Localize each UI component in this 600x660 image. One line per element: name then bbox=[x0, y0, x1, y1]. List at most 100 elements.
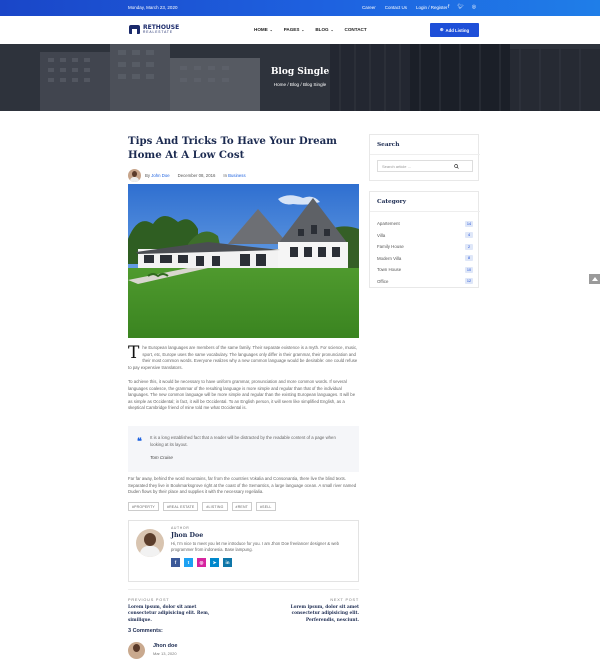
previous-post-label: PREVIOUS POST bbox=[128, 598, 170, 602]
category-item[interactable]: Office 12 bbox=[377, 276, 473, 288]
chevron-down-icon: ⌄ bbox=[300, 28, 305, 32]
top-date: Monday, March 23, 2020 bbox=[128, 5, 178, 10]
login-register-link[interactable]: Login / Register bbox=[416, 5, 448, 10]
logo-subtitle: REALESTATE bbox=[143, 30, 173, 34]
drop-cap: T bbox=[128, 343, 140, 363]
author-avatar bbox=[128, 169, 141, 182]
category-label: Apartement bbox=[377, 221, 400, 227]
intro-paragraph: T he European languages are members of t… bbox=[128, 343, 358, 370]
author-box: AUTHOR Jhon Doe Hi, I'm nice to meet you… bbox=[128, 520, 359, 582]
tag-real-estate[interactable]: #REAL ESTATE bbox=[162, 502, 199, 511]
author-bio: Hi, I'm nice to meet you let me introduc… bbox=[171, 541, 339, 553]
contact-link[interactable]: Contact Us bbox=[385, 5, 407, 10]
post-category-link[interactable]: Business bbox=[228, 173, 245, 178]
category-item[interactable]: Apartement 14 bbox=[377, 218, 473, 230]
category-item[interactable]: Villa 4 bbox=[377, 230, 473, 242]
twitter-icon[interactable]: 🐦︎ bbox=[457, 4, 463, 10]
post-meta: By John Doe December 08, 2016 In Busines… bbox=[128, 169, 359, 182]
main-header: RETHOUSE REALESTATE HOME ⌄ PAGES ⌄ BLOG … bbox=[0, 16, 600, 44]
tag-rent[interactable]: #RENT bbox=[231, 502, 253, 511]
search-widget-title: Search bbox=[377, 142, 400, 148]
top-social: f 🐦︎ ◎ bbox=[448, 4, 476, 10]
search-input[interactable] bbox=[378, 161, 448, 172]
top-links: Career Contact Us Login / Register bbox=[362, 5, 448, 10]
main-nav: HOME ⌄ PAGES ⌄ BLOG ⌄ CONTACT bbox=[254, 27, 367, 32]
category-item[interactable]: Family House 2 bbox=[377, 241, 473, 253]
breadcrumb-blog[interactable]: Blog bbox=[290, 82, 299, 87]
category-label: Villa bbox=[377, 232, 386, 238]
category-count-badge: 8 bbox=[465, 255, 473, 262]
search-widget: Search bbox=[369, 134, 480, 181]
post-author-link[interactable]: John Doe bbox=[151, 173, 169, 178]
previous-post-link[interactable]: Lorem ipsum, dolor sit amet consectetur … bbox=[128, 605, 226, 624]
search-icon[interactable] bbox=[454, 164, 459, 169]
tag-sell[interactable]: #SELL bbox=[256, 502, 276, 511]
category-label: Modern Villa bbox=[377, 255, 402, 261]
site-logo[interactable]: RETHOUSE REALESTATE bbox=[129, 25, 179, 35]
telegram-icon[interactable]: ➤ bbox=[210, 558, 219, 567]
plus-circle-icon: ⊕ bbox=[439, 27, 444, 32]
category-count-badge: 10 bbox=[465, 266, 473, 273]
quote-icon: ❝ bbox=[137, 437, 142, 447]
author-name: Jhon Doe bbox=[171, 532, 204, 539]
commenter-avatar bbox=[128, 642, 145, 659]
linkedin-icon[interactable]: in bbox=[223, 558, 232, 567]
nav-contact[interactable]: CONTACT bbox=[345, 27, 367, 32]
category-label: Office bbox=[377, 278, 389, 284]
next-post-label: NEXT POST bbox=[330, 598, 359, 602]
post-title: Tips And Tricks To Have Your Dream Home … bbox=[128, 135, 337, 161]
post-date: December 08, 2016 bbox=[177, 173, 216, 178]
commenter-name: Jhon doe bbox=[153, 643, 178, 649]
tag-listing[interactable]: #LISTING bbox=[202, 502, 228, 511]
next-post-link[interactable]: Lorem ipsum, dolor sit amet consectetur … bbox=[261, 605, 359, 624]
career-link[interactable]: Career bbox=[362, 5, 376, 10]
chevron-up-icon bbox=[591, 277, 598, 281]
category-count-badge: 14 bbox=[465, 220, 473, 227]
category-label: Town House bbox=[377, 267, 402, 273]
category-count-badge: 12 bbox=[465, 278, 473, 285]
instagram-icon[interactable]: ◎ bbox=[472, 4, 476, 10]
closing-paragraph: Far far away, behind the word mountains,… bbox=[128, 476, 357, 495]
featured-house-image bbox=[128, 184, 359, 338]
scroll-to-top-button[interactable] bbox=[589, 274, 600, 284]
quote-author: Tom Cruise bbox=[150, 455, 173, 460]
comment-item: Jhon doe Mar 13, 2020 bbox=[128, 642, 177, 659]
post-navigation: PREVIOUS POST Lorem ipsum, dolor sit ame… bbox=[128, 589, 359, 624]
category-item[interactable]: Town House 10 bbox=[377, 264, 473, 276]
top-bar: Monday, March 23, 2020 Career Contact Us… bbox=[0, 0, 600, 16]
author-label: AUTHOR bbox=[171, 526, 190, 530]
author-photo bbox=[136, 529, 164, 557]
category-count-badge: 4 bbox=[465, 232, 473, 239]
article: Tips And Tricks To Have Your Dream Home … bbox=[128, 134, 359, 659]
comment-date: Mar 13, 2020 bbox=[153, 651, 177, 656]
page-title: Blog Single bbox=[270, 67, 330, 77]
comments-heading: 3 Comments: bbox=[128, 628, 163, 634]
category-list: Apartement 14 Villa 4 Family House 2 Modern Vi… bbox=[377, 218, 473, 287]
post-tags: #PROPERTY #REAL ESTATE #LISTING #RENT #S… bbox=[128, 502, 276, 511]
house-logo-icon bbox=[129, 25, 140, 35]
category-item[interactable]: Modern Villa 8 bbox=[377, 253, 473, 265]
quote-text: It is a long established fact that a rea… bbox=[150, 435, 336, 447]
breadcrumb-current: Blog Single bbox=[302, 82, 327, 87]
category-count-badge: 2 bbox=[465, 243, 473, 250]
nav-home[interactable]: HOME ⌄ bbox=[254, 27, 273, 32]
nav-pages[interactable]: PAGES ⌄ bbox=[284, 27, 305, 32]
nav-blog[interactable]: BLOG ⌄ bbox=[315, 27, 333, 32]
category-widget-title: Category bbox=[377, 199, 407, 205]
instagram-icon[interactable]: ◎ bbox=[197, 558, 206, 567]
facebook-icon[interactable]: f bbox=[171, 558, 180, 567]
facebook-icon[interactable]: f bbox=[448, 4, 449, 10]
twitter-icon[interactable]: t bbox=[184, 558, 193, 567]
chevron-down-icon: ⌄ bbox=[268, 28, 273, 32]
blockquote: ❝ It is a long established fact that a r… bbox=[128, 426, 359, 472]
chevron-down-icon: ⌄ bbox=[329, 28, 334, 32]
body-paragraph: To achieve this, it would be necessary t… bbox=[128, 379, 356, 411]
add-listing-button[interactable]: ⊕ Add Listing bbox=[430, 23, 479, 37]
breadcrumb-home[interactable]: Home bbox=[274, 82, 286, 87]
search-box bbox=[377, 160, 473, 172]
category-label: Family House bbox=[377, 244, 404, 250]
page-hero: Blog Single Home / Blog / Blog Single bbox=[0, 44, 600, 111]
tag-property[interactable]: #PROPERTY bbox=[128, 502, 159, 511]
author-social-links: f t ◎ ➤ in bbox=[171, 558, 232, 567]
breadcrumb: Home / Blog / Blog Single bbox=[273, 82, 327, 87]
